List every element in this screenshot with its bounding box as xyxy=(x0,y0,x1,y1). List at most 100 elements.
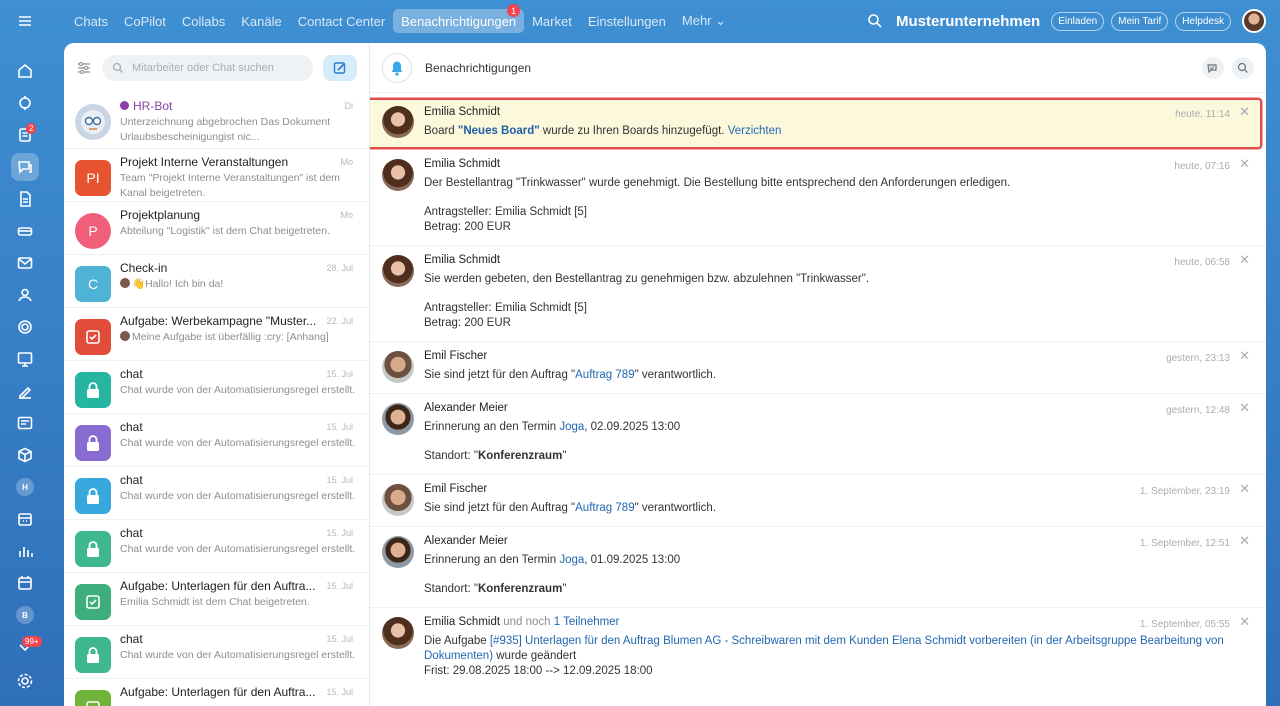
order-link[interactable]: Auftrag 789 xyxy=(575,369,634,381)
close-icon[interactable]: ✕ xyxy=(1239,104,1250,119)
notification-author[interactable]: Emil Fischer xyxy=(424,482,1226,497)
notification-item-board[interactable]: Emilia Schmidt Board "Neues Board" wurde… xyxy=(370,98,1262,149)
search-notifications-icon[interactable] xyxy=(1232,56,1254,79)
sites-icon[interactable] xyxy=(13,411,37,435)
chat-preview: Chat wurde von der Automatisierungsregel… xyxy=(120,543,356,555)
notification-text: Sie sind jetzt für den Auftrag "Auftrag … xyxy=(424,501,1226,516)
notification-author[interactable]: Emilia Schmidt xyxy=(424,616,500,628)
new-chat-button[interactable] xyxy=(323,55,357,81)
chat-date: 15. Jul xyxy=(326,369,353,379)
nav-collabs[interactable]: Collabs xyxy=(174,9,233,33)
nav-mehr[interactable]: Mehr ⌄ xyxy=(674,9,734,33)
close-icon[interactable]: ✕ xyxy=(1239,400,1250,415)
mark-read-icon[interactable] xyxy=(1202,56,1224,79)
chat-name: HR-Bot xyxy=(120,99,357,113)
messenger-icon[interactable] xyxy=(11,153,39,181)
close-icon[interactable]: ✕ xyxy=(1239,614,1250,629)
text-part: , 01.09.2025 13:00 xyxy=(584,554,681,566)
user-avatar[interactable] xyxy=(1242,9,1266,33)
close-icon[interactable]: ✕ xyxy=(1239,481,1250,496)
close-icon[interactable]: ✕ xyxy=(1239,348,1250,363)
notification-author[interactable]: Alexander Meier xyxy=(424,401,1226,416)
event-link[interactable]: Joga xyxy=(559,554,584,566)
crm-icon[interactable] xyxy=(13,219,37,243)
avatar xyxy=(382,617,414,649)
box-icon[interactable] xyxy=(13,443,37,467)
board-icon[interactable] xyxy=(13,347,37,371)
target-icon[interactable] xyxy=(13,315,37,339)
event-link[interactable]: Joga xyxy=(559,421,584,433)
nav-market[interactable]: Market xyxy=(524,9,580,33)
chat-item-unterlagen-2[interactable]: Aufgabe: Unterlagen für den Auftra... 15… xyxy=(64,679,369,706)
document-icon[interactable] xyxy=(13,187,37,211)
search-icon[interactable] xyxy=(867,13,883,29)
notification-author[interactable]: Alexander Meier xyxy=(424,534,1226,549)
notification-time: heute, 11:14 xyxy=(1175,109,1230,120)
chat-item-chat-1[interactable]: chat Chat wurde von der Automatisierungsr… xyxy=(64,361,369,414)
chat-preview-text: 👋Hallo! Ich bin da! xyxy=(132,278,224,290)
chat-name: Aufgabe: Unterlagen für den Auftra... xyxy=(120,579,316,593)
workgroup-h-avatar[interactable]: H xyxy=(16,478,34,496)
board-name[interactable]: "Neues Board" xyxy=(458,125,540,137)
filter-icon[interactable] xyxy=(76,60,92,76)
chat-avatar: P xyxy=(75,213,111,249)
text-part: " verantwortlich. xyxy=(634,369,717,381)
notification-item: Emilia Schmidt und noch 1 Teilnehmer Die… xyxy=(370,608,1266,689)
sender-avatar xyxy=(120,331,130,341)
workgroup-b-avatar[interactable]: B xyxy=(16,606,34,624)
notification-author[interactable]: Emilia Schmidt xyxy=(424,105,1226,120)
notification-author[interactable]: Emilia Schmidt xyxy=(424,253,1226,268)
notification-text: Erinnerung an den Termin Joga, 01.09.202… xyxy=(424,553,1226,568)
nav-einstellungen[interactable]: Einstellungen xyxy=(580,9,674,33)
decline-link[interactable]: Verzichten xyxy=(728,125,782,137)
notification-text: Die Aufgabe [#935] Unterlagen für den Au… xyxy=(424,634,1226,664)
chat-item-werbekampagne[interactable]: Aufgabe: Werbekampagne "Muster... Meine A… xyxy=(64,308,369,361)
chat-name: chat xyxy=(120,632,143,646)
notification-detail: Antragsteller: Emilia Schmidt [5] xyxy=(424,206,587,218)
chat-item-chat-3[interactable]: chat Chat wurde von der Automatisierungsr… xyxy=(64,467,369,520)
close-icon[interactable]: ✕ xyxy=(1239,252,1250,267)
chat-item-projektplanung[interactable]: P Projektplanung Abteilung "Logistik" ist… xyxy=(64,202,369,255)
notification-item: Alexander Meier Erinnerung an den Termin… xyxy=(370,394,1266,475)
chat-item-hr-bot[interactable]: HR-Bot Unterzeichnung abgebrochen Das Do… xyxy=(64,93,369,149)
notification-author[interactable]: Emilia Schmidt xyxy=(424,157,1226,172)
copilot-icon[interactable] xyxy=(13,91,37,115)
chat-date: Mo xyxy=(340,210,353,220)
nav-benachrichtigungen[interactable]: Benachrichtigungen 1 xyxy=(393,4,525,33)
my-plan-button[interactable]: Mein Tarif xyxy=(1111,11,1169,31)
chat-item-unterlagen-1[interactable]: Aufgabe: Unterlagen für den Auftra... Emi… xyxy=(64,573,369,626)
chat-preview: Team "Projekt Interne Veranstaltungen" i… xyxy=(120,172,340,199)
analytics-icon[interactable] xyxy=(13,539,37,563)
close-icon[interactable]: ✕ xyxy=(1239,156,1250,171)
calendar-icon[interactable] xyxy=(13,571,37,595)
chat-item-projekt-interne[interactable]: PI Projekt Interne Veranstaltungen Team "… xyxy=(64,149,369,202)
nav-copilot[interactable]: CoPilot xyxy=(116,9,174,33)
chat-item-chat-5[interactable]: chat Chat wurde von der Automatisierungsr… xyxy=(64,626,369,679)
notification-time: heute, 06:58 xyxy=(1174,257,1230,268)
chat-item-chat-2[interactable]: chat Chat wurde von der Automatisierungsr… xyxy=(64,414,369,467)
calendar-grid-icon[interactable] xyxy=(13,507,37,531)
close-icon[interactable]: ✕ xyxy=(1239,533,1250,548)
contacts-icon[interactable] xyxy=(13,283,37,307)
chat-date: 15. Jul xyxy=(326,581,353,591)
settings-gear-icon[interactable] xyxy=(13,669,37,693)
notification-item: Emil Fischer Sie sind jetzt für den Auft… xyxy=(370,475,1266,527)
search-icon xyxy=(112,62,123,73)
chat-item-check-in[interactable]: C Check-in 👋Hallo! Ich bin da! 28. Jul xyxy=(64,255,369,308)
nav-chats[interactable]: Chats xyxy=(66,9,116,33)
company-name[interactable]: Musterunternehmen xyxy=(896,13,1040,30)
chat-item-chat-4[interactable]: chat Chat wurde von der Automatisierungsr… xyxy=(64,520,369,573)
notification-author[interactable]: Emil Fischer xyxy=(424,349,1226,364)
nav-kanaele[interactable]: Kanäle xyxy=(233,9,289,33)
menu-icon[interactable] xyxy=(13,9,37,33)
chat-avatar: PI xyxy=(75,160,111,196)
invite-button[interactable]: Einladen xyxy=(1051,11,1105,31)
participants-link[interactable]: 1 Teilnehmer xyxy=(554,616,620,628)
sign-icon[interactable] xyxy=(13,379,37,403)
chat-search-input[interactable]: Mitarbeiter oder Chat suchen xyxy=(102,55,313,81)
nav-contact-center[interactable]: Contact Center xyxy=(290,9,393,33)
mail-icon[interactable] xyxy=(13,251,37,275)
order-link[interactable]: Auftrag 789 xyxy=(575,502,634,514)
home-icon[interactable] xyxy=(13,59,37,83)
helpdesk-button[interactable]: Helpdesk xyxy=(1175,11,1231,31)
